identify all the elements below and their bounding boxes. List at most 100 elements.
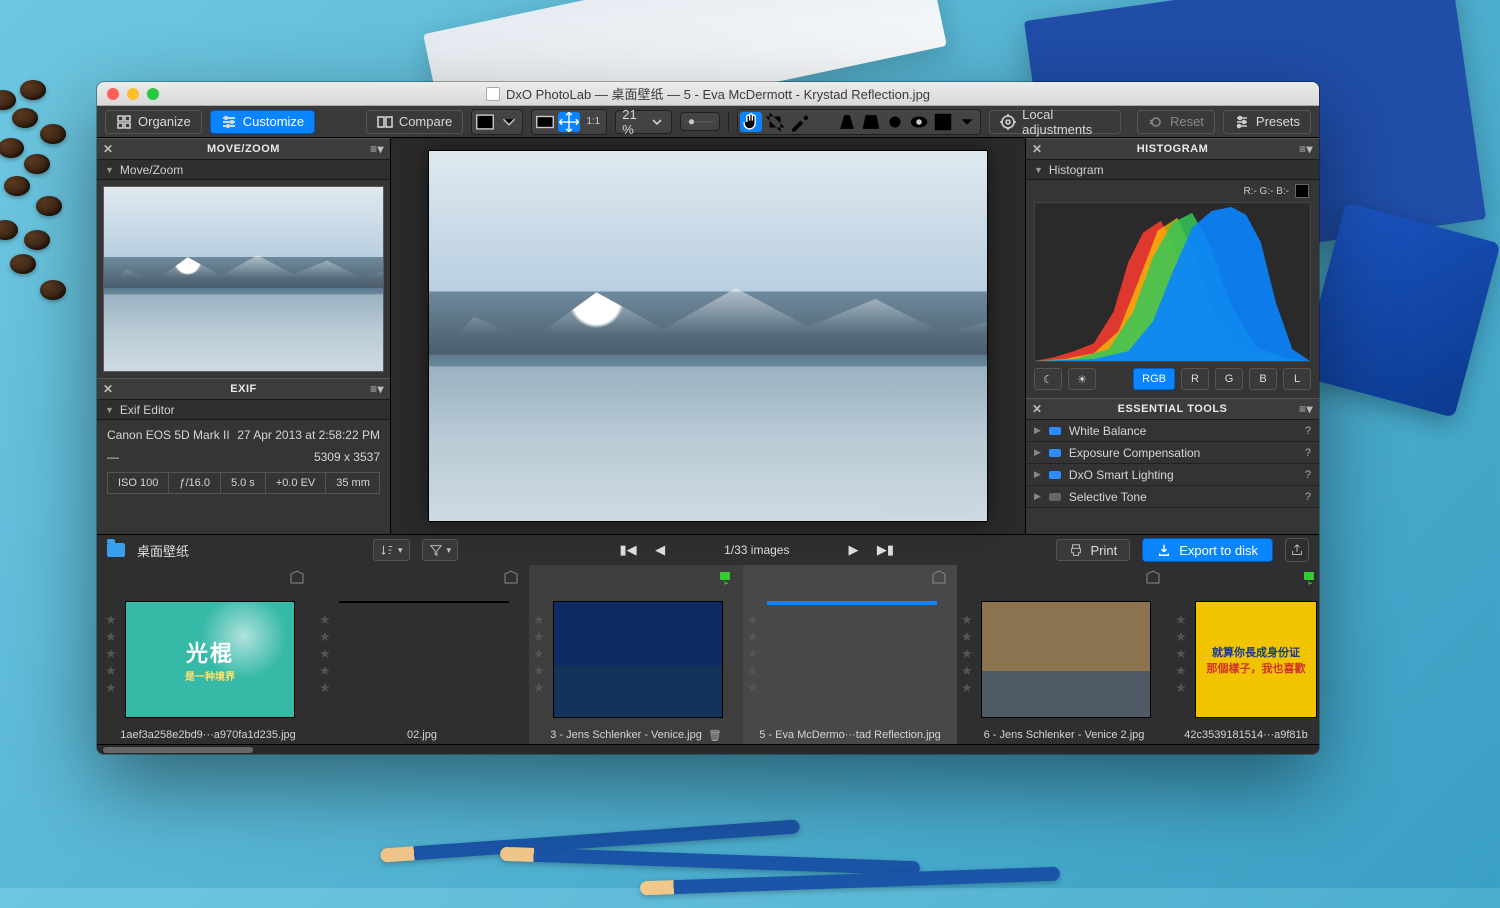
dropdown-icon[interactable] (498, 112, 520, 132)
rating-stars[interactable]: ★★★★★ (961, 613, 973, 694)
hand-tool-icon[interactable] (740, 112, 762, 132)
rating-stars[interactable]: ★★★★★ (533, 613, 545, 694)
share-button[interactable] (1285, 538, 1309, 562)
thumbnail-cell[interactable]: ★★★★★ 3 - Jens Schlenker - Venice.jpg 🗑 (529, 565, 743, 744)
thumbnail-cell[interactable]: ★★★★★ 光棍是一种境界 1aef3a258e2bd9···a970fa1d2… (101, 565, 315, 744)
thumbnail-cell[interactable]: ★★★★★ 02.jpg (315, 565, 529, 744)
histogram-subheader[interactable]: ▼Histogram (1026, 160, 1319, 180)
tool-smart-lighting[interactable]: ▶DxO Smart Lighting? (1026, 464, 1319, 486)
grid-icon (116, 114, 132, 130)
channel-rgb[interactable]: RGB (1133, 368, 1175, 390)
redeye-tool-icon[interactable] (908, 112, 930, 132)
status-badge-icon (289, 569, 305, 585)
panel-menu-icon[interactable]: ≡▾ (1299, 142, 1313, 156)
tool-exposure-compensation[interactable]: ▶Exposure Compensation? (1026, 442, 1319, 464)
rating-stars[interactable]: ★★★★★ (747, 613, 759, 694)
thumbnail-label: 1aef3a258e2bd9···a970fa1d235.jpg (101, 726, 315, 744)
perspective-tool-icon[interactable] (836, 112, 858, 132)
close-icon[interactable]: ✕ (1032, 142, 1043, 156)
move-tool-icon[interactable] (558, 112, 580, 132)
exif-camera: Canon EOS 5D Mark II (107, 428, 230, 442)
folder-icon[interactable] (107, 543, 125, 557)
panel-menu-icon[interactable]: ≡▾ (370, 382, 384, 396)
channel-b[interactable]: B (1249, 368, 1277, 390)
prev-image-icon[interactable]: ◀ (650, 541, 670, 559)
export-button[interactable]: Export to disk (1142, 538, 1273, 562)
zoom-11[interactable]: 1:1 (582, 112, 604, 132)
zoom-percentage[interactable]: 21 % (615, 110, 672, 134)
close-icon[interactable]: ✕ (103, 382, 114, 396)
channel-l[interactable]: L (1283, 368, 1311, 390)
panel-menu-icon[interactable]: ≡▾ (370, 142, 384, 156)
essential-tools-header: ✕ ESSENTIAL TOOLS ≡▾ (1026, 398, 1319, 420)
image-counter: 1/33 images (724, 543, 789, 557)
sliders-icon (221, 114, 237, 130)
folder-name: 桌面壁纸 (137, 541, 189, 560)
compare-icon (377, 114, 393, 130)
main-image: © EVA McDERMOTT (428, 150, 988, 522)
zoom-group: 1:1 (531, 109, 607, 135)
customize-button[interactable]: Customize (210, 110, 315, 134)
thumbnail-cell[interactable]: ★★★★★ 就算你長成身份证那個樣子，我也喜歡 42c3539181514···… (1171, 565, 1319, 744)
rating-stars[interactable]: ★★★★★ (105, 613, 117, 694)
status-badge-icon (503, 569, 519, 585)
sort-button[interactable]: ▾ (373, 539, 410, 561)
shadow-clip-icon[interactable]: ☾ (1034, 368, 1062, 390)
target-icon (1000, 114, 1016, 130)
tool-white-balance[interactable]: ▶White Balance? (1026, 420, 1319, 442)
highlight-clip-icon[interactable]: ☀ (1068, 368, 1096, 390)
filter-button[interactable]: ▾ (422, 539, 459, 561)
exif-subheader[interactable]: ▼Exif Editor (97, 400, 390, 420)
coffee-beans (0, 80, 110, 340)
thumbnail-cell-selected[interactable]: ★★★★★ 5 - Eva McDermo···tad Reflection.j… (743, 565, 957, 744)
eyedropper-tool-icon[interactable] (788, 112, 810, 132)
tool-selective-tone[interactable]: ▶Selective Tone? (1026, 486, 1319, 508)
exif-chips: ISO 100 ƒ/16.0 5.0 s +0.0 EV 35 mm (107, 472, 380, 494)
zoom-slider[interactable] (680, 112, 720, 132)
local-adjustments-button[interactable]: Local adjustments (989, 110, 1121, 134)
close-button[interactable] (107, 88, 119, 100)
organize-button[interactable]: Organize (105, 110, 202, 134)
last-image-icon[interactable]: ▶▮ (875, 541, 895, 559)
thumbnail-label: 5 - Eva McDermo···tad Reflection.jpg (743, 726, 957, 744)
rating-stars[interactable]: ★★★★★ (319, 613, 331, 694)
crop-tool-icon[interactable] (764, 112, 786, 132)
mask-tool-icon[interactable] (932, 112, 954, 132)
thumbnail-cell[interactable]: ★★★★★ 6 - Jens Schlenker - Venice 2.jpg (957, 565, 1171, 744)
rating-stars[interactable]: ★★★★★ (1175, 613, 1187, 694)
channel-g[interactable]: G (1215, 368, 1243, 390)
thumbnail-label: 3 - Jens Schlenker - Venice.jpg (550, 729, 702, 741)
keystone-tool-icon[interactable] (860, 112, 882, 132)
exif-body: Canon EOS 5D Mark II 27 Apr 2013 at 2:58… (97, 420, 390, 502)
app-window: DxO PhotoLab — 桌面壁纸 — 5 - Eva McDermott … (97, 82, 1319, 754)
status-badge-icon (1145, 569, 1161, 585)
local-dropdown-icon[interactable] (956, 112, 978, 132)
close-icon[interactable]: ✕ (103, 142, 114, 156)
minimize-button[interactable] (127, 88, 139, 100)
panel-menu-icon[interactable]: ≡▾ (1299, 402, 1313, 416)
next-image-icon[interactable]: ▶ (843, 541, 863, 559)
movezoom-panel-header: ✕ MOVE/ZOOM ≡▾ (97, 138, 390, 160)
horizontal-scrollbar[interactable] (97, 744, 1319, 754)
chevron-down-icon (649, 114, 665, 130)
first-image-icon[interactable]: ▮◀ (618, 541, 638, 559)
navigator-thumbnail[interactable] (103, 186, 384, 372)
channel-r[interactable]: R (1181, 368, 1209, 390)
repair-tool-icon[interactable] (884, 112, 906, 132)
trash-icon[interactable]: 🗑 (708, 729, 722, 742)
movezoom-subheader[interactable]: ▼Move/Zoom (97, 160, 390, 180)
compare-button[interactable]: Compare (366, 110, 463, 134)
reset-button[interactable]: Reset (1137, 110, 1215, 134)
single-view-icon[interactable] (474, 112, 496, 132)
fit-icon[interactable] (534, 112, 556, 132)
close-icon[interactable]: ✕ (1032, 402, 1043, 416)
image-viewer[interactable]: © EVA McDERMOTT (391, 138, 1025, 534)
print-button[interactable]: Print (1056, 539, 1131, 561)
image-credit: © EVA McDERMOTT (885, 505, 977, 515)
horizon-tool-icon[interactable] (812, 112, 834, 132)
thumbnail-label: 02.jpg (315, 726, 529, 744)
layout-toggle[interactable] (471, 109, 523, 135)
presets-button[interactable]: Presets (1223, 110, 1311, 134)
filmstrip: 桌面壁纸 ▾ ▾ ▮◀ ◀ 1/33 images ▶ ▶▮ Print Exp… (97, 534, 1319, 744)
fullscreen-button[interactable] (147, 88, 159, 100)
